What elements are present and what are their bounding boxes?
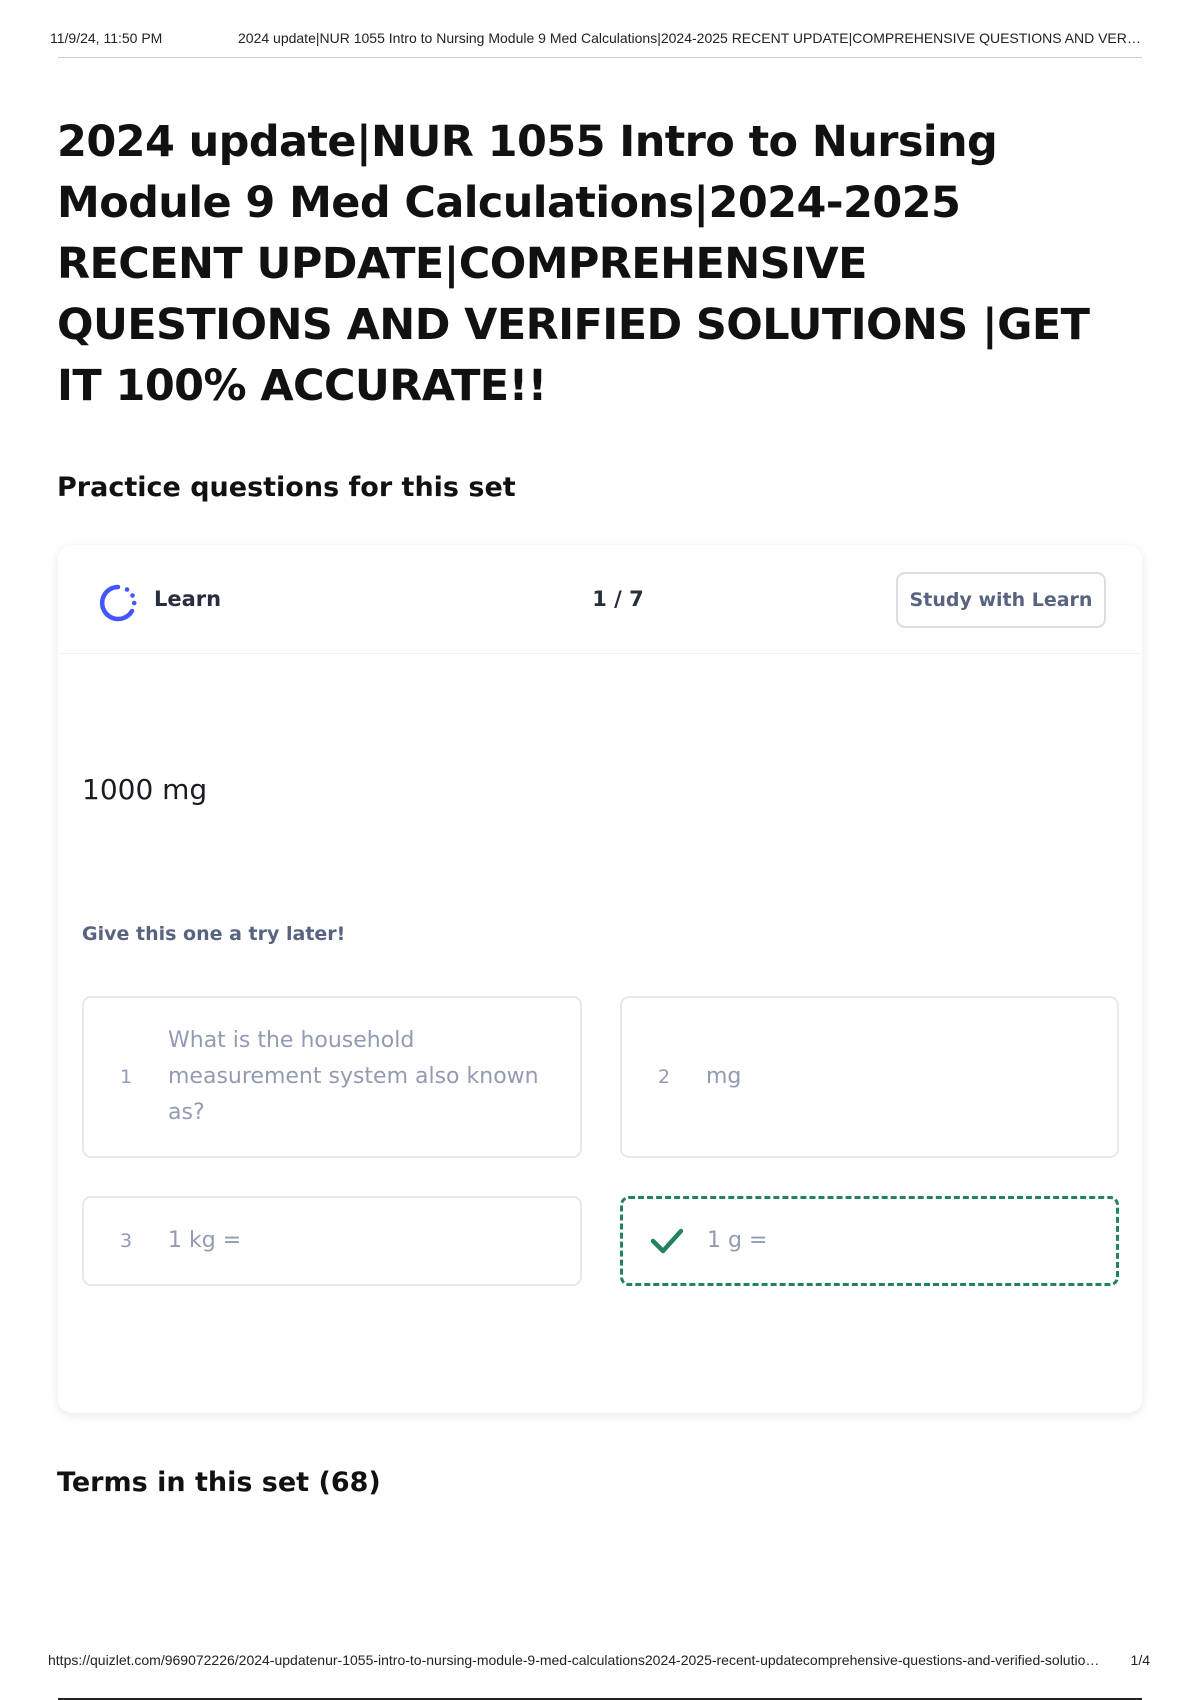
learn-progress-icon	[99, 584, 137, 622]
option-text: 1 kg =	[168, 1228, 242, 1253]
print-header: 11/9/24, 11:50 PM 2024 update|NUR 1055 I…	[0, 28, 1200, 50]
practice-heading: Practice questions for this set	[57, 472, 516, 503]
option-text: What is the household measurement system…	[168, 1028, 539, 1125]
print-footer: https://quizlet.com/969072226/2024-updat…	[0, 1652, 1200, 1674]
option-number: 2	[658, 1066, 671, 1088]
answer-option-2[interactable]: 2 mg	[620, 996, 1119, 1158]
option-text: mg	[706, 1064, 742, 1089]
header-divider	[58, 57, 1142, 58]
print-document-title: 2024 update|NUR 1055 Intro to Nursing Mo…	[238, 30, 1144, 46]
page-title: 2024 update|NUR 1055 Intro to Nursing Mo…	[57, 117, 1090, 411]
page-url: https://quizlet.com/969072226/2024-updat…	[48, 1652, 1100, 1668]
question-term: 1000 mg	[82, 773, 208, 806]
learn-practice-card: Learn 1 / 7 Study with Learn 1000 mg Giv…	[58, 545, 1142, 1413]
learn-mode-label: Learn	[154, 587, 222, 611]
option-text: 1 g =	[707, 1228, 768, 1253]
answer-option-3[interactable]: 3 1 kg =	[82, 1196, 582, 1286]
print-date: 11/9/24, 11:50 PM	[50, 30, 163, 46]
answer-option-1[interactable]: 1 What is the household measurement syst…	[82, 996, 582, 1158]
learn-card-header: Learn 1 / 7 Study with Learn	[58, 545, 1142, 654]
terms-heading: Terms in this set (68)	[57, 1467, 381, 1498]
question-progress: 1 / 7	[592, 587, 644, 611]
option-number: 1	[120, 1066, 133, 1088]
check-icon	[650, 1228, 684, 1254]
hint-text: Give this one a try later!	[82, 923, 346, 945]
answer-option-correct[interactable]: 1 g =	[620, 1196, 1119, 1286]
study-with-learn-button[interactable]: Study with Learn	[896, 572, 1106, 628]
page-number: 1/4	[1130, 1652, 1150, 1668]
option-number: 3	[120, 1230, 133, 1252]
